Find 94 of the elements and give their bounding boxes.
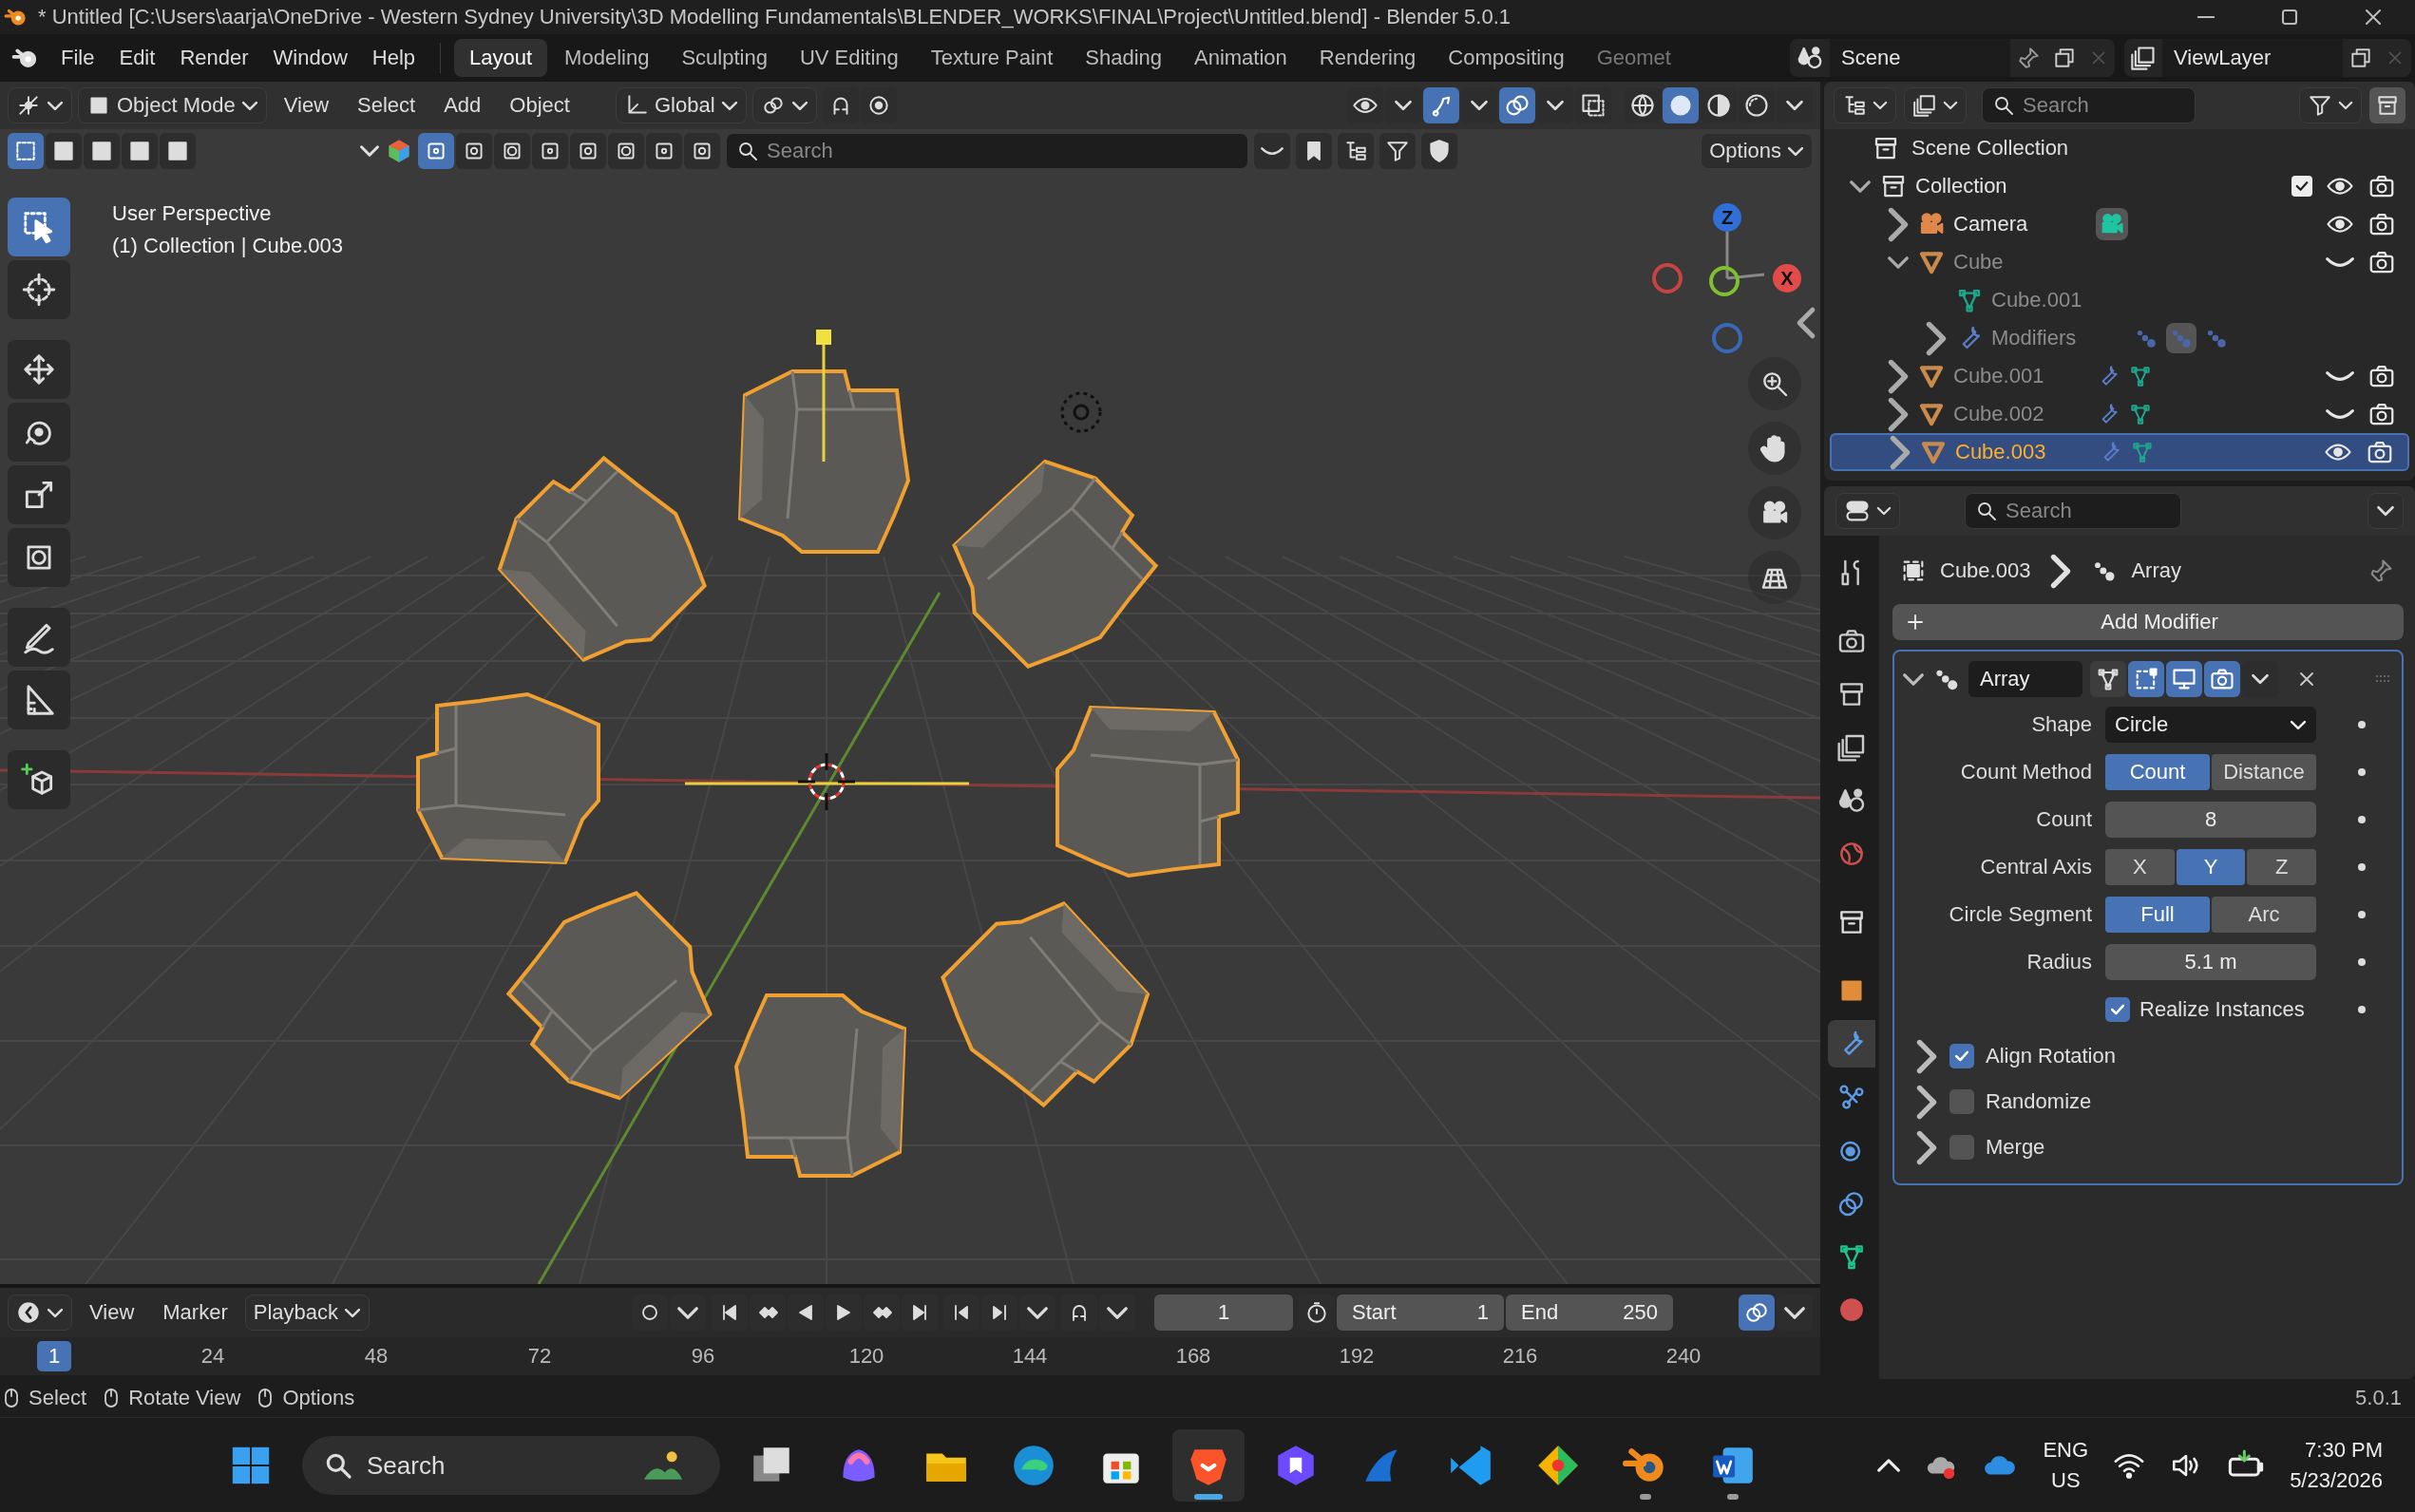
workspace-tab[interactable]: Geomet xyxy=(1581,39,1686,77)
workspace-tab[interactable]: Shading xyxy=(1070,39,1177,77)
number-field[interactable]: 5.1 m xyxy=(2105,944,2316,980)
current-frame-field[interactable]: 1 xyxy=(1154,1295,1294,1331)
option-button[interactable]: X xyxy=(2105,849,2175,885)
shape-dropdown[interactable]: Circle xyxy=(2105,707,2316,743)
frame-tick-label: 96 xyxy=(690,1344,716,1369)
frame-tick-label: 24 xyxy=(200,1344,226,1369)
frame-tick-label: 48 xyxy=(363,1344,390,1369)
orientation-dropdown[interactable]: Global xyxy=(615,87,747,123)
view-label: User Perspective xyxy=(112,201,273,226)
field-label: Central Axis xyxy=(1979,855,2092,879)
search-field[interactable]: Search xyxy=(726,133,1248,169)
clock[interactable]: 7:30 PM 5/23/2026 xyxy=(2290,1438,2383,1493)
item-name: Cube.002 xyxy=(1953,402,2045,426)
workspace-tab[interactable]: UV Editing xyxy=(784,39,914,77)
view-layer-selector[interactable]: ViewLayer xyxy=(2162,39,2343,77)
search-field[interactable]: Search xyxy=(302,1436,720,1495)
number-field[interactable]: 8 xyxy=(2105,802,2316,838)
menu-item[interactable]: View xyxy=(272,87,341,123)
field-label: Count Method xyxy=(1959,760,2092,784)
breadcrumb-item[interactable]: Cube.003 xyxy=(1940,558,2031,583)
item-name: Camera xyxy=(1953,212,2029,236)
panel-title: Align Rotation xyxy=(1986,1044,2116,1068)
frame-tick-label: 144 xyxy=(1011,1344,1049,1369)
language-indicator[interactable]: ENG US xyxy=(2043,1438,2089,1493)
field-label: Circle Segment xyxy=(1948,902,2092,927)
checkbox-label: Realize Instances xyxy=(2139,997,2305,1022)
workspace-tab[interactable]: Layout xyxy=(454,39,548,77)
version-label: 5.0.1 xyxy=(2355,1386,2402,1410)
search-field[interactable]: Search xyxy=(1965,493,2181,529)
outliner-row[interactable]: Cube.003 xyxy=(1830,433,2409,471)
item-name: Cube.003 xyxy=(1955,440,2047,464)
outliner-row[interactable]: Cube xyxy=(1830,243,2409,281)
option-button[interactable]: Distance xyxy=(2212,754,2316,790)
menu-item[interactable]: Window xyxy=(261,40,359,76)
item-name: Cube.001 xyxy=(1991,288,2083,312)
option-button[interactable]: Full xyxy=(2105,897,2210,933)
workspace-tab[interactable]: Compositing xyxy=(1433,39,1580,77)
end-frame-field[interactable]: End 250 xyxy=(1506,1295,1674,1331)
outliner-row[interactable]: Collection xyxy=(1830,167,2409,205)
mode-dropdown[interactable]: Object Mode xyxy=(78,87,267,123)
workspace-tab[interactable]: Animation xyxy=(1179,39,1303,77)
outliner-row[interactable]: Camera xyxy=(1830,205,2409,243)
menu-item[interactable]: Edit xyxy=(107,40,167,76)
frame-tick-label: 168 xyxy=(1174,1344,1212,1369)
menu-item[interactable]: Marker xyxy=(151,1295,239,1331)
item-name: Scene Collection xyxy=(1911,136,2069,161)
menu-item[interactable]: View xyxy=(78,1295,146,1331)
option-button[interactable]: Count xyxy=(2105,754,2210,790)
playhead[interactable]: 1 xyxy=(37,1341,71,1371)
playback-dropdown[interactable]: Playback xyxy=(244,1295,371,1331)
option-button[interactable]: Arc xyxy=(2212,897,2316,933)
item-name: Modifiers xyxy=(1991,326,2078,350)
navigation-gizmo[interactable]: Z X xyxy=(1634,186,1805,357)
menu-item[interactable]: Select xyxy=(346,87,428,123)
workspace-tab[interactable]: Rendering xyxy=(1303,39,1432,77)
workspace-tab[interactable]: Modeling xyxy=(549,39,665,77)
panel-title: Randomize xyxy=(1986,1089,2092,1114)
frame-tick-label: 216 xyxy=(1501,1344,1539,1369)
menu-item[interactable]: File xyxy=(49,40,106,76)
workspace-tab[interactable]: Sculpting xyxy=(666,39,783,77)
frame-tick-label: 192 xyxy=(1338,1344,1376,1369)
menu-item[interactable]: Render xyxy=(168,40,260,76)
search-field[interactable]: Search xyxy=(1982,87,2196,123)
outliner-row[interactable]: Cube.001 xyxy=(1830,357,2409,395)
frame-tick-label: 120 xyxy=(847,1344,885,1369)
outliner-row[interactable]: Cube.002 xyxy=(1830,395,2409,433)
panel-title: Merge xyxy=(1986,1135,2045,1160)
field-label: Shape xyxy=(2030,712,2092,737)
add-modifier-button[interactable]: Add Modifier xyxy=(1892,604,2404,640)
window-title: * Untitled [C:\Users\aarja\OneDrive - Western Sydney University\3D Modelling Fundamentals\BLENDER_WORKS\FINAL\Project\Untitled.blend] - Blender 5.0.1 xyxy=(38,5,1511,29)
scene-selector[interactable]: Scene xyxy=(1830,39,2010,77)
frame-tick-label: 240 xyxy=(1664,1344,1702,1369)
status-hint: Rotate View xyxy=(128,1386,241,1410)
modifier-name-field[interactable]: Array xyxy=(1968,661,2082,697)
frame-tick-label: 72 xyxy=(526,1344,553,1369)
start-frame-field[interactable]: Start 1 xyxy=(1337,1295,1505,1331)
status-hint: Options xyxy=(282,1386,355,1410)
item-name: Cube xyxy=(1953,250,2005,274)
menu-item[interactable]: Object xyxy=(498,87,581,123)
workspace-tab[interactable]: Texture Paint xyxy=(915,39,1069,77)
field-label: Radius xyxy=(2025,950,2092,974)
breadcrumb-item[interactable]: Array xyxy=(2131,558,2181,583)
item-name: Collection xyxy=(1915,174,2008,198)
status-hint: Select xyxy=(29,1386,87,1410)
field-label: Count xyxy=(2035,807,2092,832)
option-button[interactable]: Z xyxy=(2247,849,2316,885)
context-label: (1) Collection | Cube.003 xyxy=(112,234,343,258)
menu-item[interactable]: Help xyxy=(360,40,428,76)
item-name: Cube.001 xyxy=(1953,364,2045,388)
option-button[interactable]: Y xyxy=(2176,849,2246,885)
menu-item[interactable]: Add xyxy=(432,87,493,123)
options-dropdown[interactable]: Options xyxy=(1701,133,1813,169)
